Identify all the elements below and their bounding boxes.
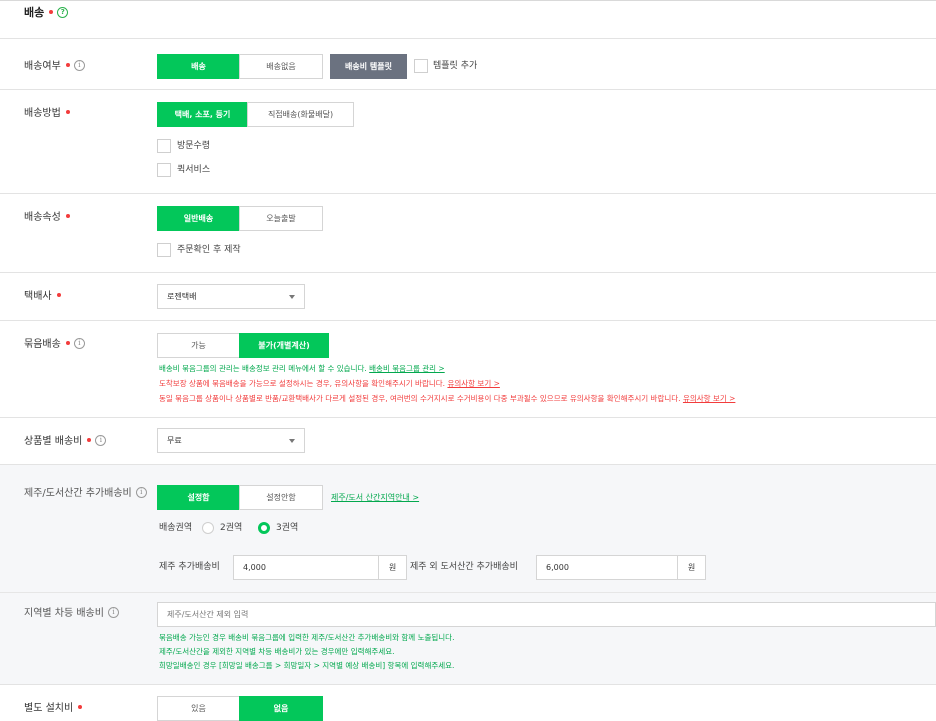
help-icon[interactable]: ? bbox=[57, 6, 69, 18]
caution-link-2[interactable]: 유의사항 보기 > bbox=[683, 394, 735, 403]
jeju-set-button[interactable]: 설정함 bbox=[157, 485, 240, 510]
other-fee-input[interactable]: 6,000 bbox=[536, 555, 678, 580]
product-fee-value: 무료 bbox=[167, 436, 182, 445]
bundle-label: 묶음배송 i bbox=[24, 337, 85, 352]
required-dot bbox=[49, 10, 54, 14]
template-add-label: 템플릿 추가 bbox=[433, 61, 478, 71]
install-yes-button[interactable]: 있음 bbox=[157, 696, 240, 721]
template-add-checkbox[interactable] bbox=[414, 59, 428, 73]
chevron-down-icon bbox=[289, 295, 295, 299]
bundle-notice-3: 동일 묶음그룹 상품이나 상품별로 반품/교환택배사가 다르게 설정된 경우, … bbox=[159, 394, 736, 403]
pickup-label: 방문수령 bbox=[177, 141, 211, 151]
courier-label: 택배사 bbox=[24, 290, 61, 304]
jeju-fee-input[interactable]: 4,000 bbox=[233, 555, 379, 580]
chevron-down-icon bbox=[289, 439, 295, 443]
info-icon[interactable]: i bbox=[73, 337, 85, 349]
method-label: 배송방법 bbox=[24, 107, 70, 121]
product-fee-select[interactable]: 무료 bbox=[157, 428, 305, 453]
bundle-possible-button[interactable]: 가능 bbox=[157, 333, 240, 358]
courier-select[interactable]: 로젠택배 bbox=[157, 284, 305, 309]
region-fee-input[interactable] bbox=[157, 602, 936, 627]
required-dot bbox=[65, 110, 70, 114]
attribute-label: 배송속성 bbox=[24, 211, 70, 225]
caution-link-1[interactable]: 유의사항 보기 > bbox=[447, 379, 499, 388]
zone-2-radio[interactable] bbox=[202, 522, 214, 534]
other-fee-label: 제주 외 도서산간 추가배송비 bbox=[410, 562, 518, 572]
info-icon[interactable]: i bbox=[135, 486, 147, 498]
delivery-no-button[interactable]: 배송없음 bbox=[239, 54, 323, 79]
delivery-yn-label: 배송여부 i bbox=[24, 59, 85, 74]
info-icon[interactable]: i bbox=[107, 606, 119, 618]
zone-3-label: 3권역 bbox=[276, 523, 299, 533]
region-notice-2: 제주/도서산간을 제외한 지역별 차등 배송비가 있는 경우에만 입력해주세요. bbox=[159, 647, 395, 656]
region-notice-1: 묶음배송 가능인 경우 배송비 묶음그룹에 입력한 제주/도서산간 추가배송비와… bbox=[159, 633, 455, 642]
attribute-today-button[interactable]: 오늘출발 bbox=[239, 206, 323, 231]
bundle-impossible-button[interactable]: 불가(개별계산) bbox=[239, 333, 329, 358]
info-icon[interactable]: i bbox=[73, 59, 85, 71]
pickup-checkbox[interactable] bbox=[157, 139, 171, 153]
shipping-template-button[interactable]: 배송비 템플릿 bbox=[330, 54, 407, 79]
bundle-notice-2: 도착보장 상품에 묶음배송을 가능으로 설정하시는 경우, 유의사항을 확인해주… bbox=[159, 379, 500, 388]
zone-label: 배송권역 bbox=[159, 523, 193, 533]
required-dot bbox=[56, 293, 61, 297]
method-parcel-button[interactable]: 택배, 소포, 등기 bbox=[157, 102, 248, 127]
other-fee-unit: 원 bbox=[678, 555, 706, 580]
jeju-unset-button[interactable]: 설정안함 bbox=[239, 485, 323, 510]
made-to-order-label: 주문확인 후 제작 bbox=[177, 245, 241, 255]
required-dot bbox=[87, 438, 92, 442]
jeju-fee-label: 제주 추가배송비 bbox=[159, 562, 220, 572]
zone-2-label: 2권역 bbox=[220, 523, 243, 533]
install-no-button[interactable]: 없음 bbox=[239, 696, 323, 721]
attribute-normal-button[interactable]: 일반배송 bbox=[157, 206, 240, 231]
required-dot bbox=[65, 214, 70, 218]
quick-service-checkbox[interactable] bbox=[157, 163, 171, 177]
section-title: 배송? bbox=[24, 6, 69, 20]
region-fee-label: 지역별 차등 배송비 i bbox=[24, 606, 119, 621]
zone-3-radio[interactable] bbox=[258, 522, 270, 534]
bundle-group-link[interactable]: 배송비 묶음그룹 관리 > bbox=[369, 364, 445, 373]
method-direct-button[interactable]: 직접배송(화물배달) bbox=[247, 102, 354, 127]
product-fee-label: 상품별 배송비 i bbox=[24, 434, 107, 449]
jeju-guide-link[interactable]: 제주/도서 산간지역안내 > bbox=[331, 492, 419, 504]
required-dot bbox=[65, 341, 70, 345]
jeju-label: 제주/도서산간 추가배송비 i bbox=[24, 486, 147, 501]
jeju-fee-unit: 원 bbox=[379, 555, 407, 580]
install-label: 별도 설치비 bbox=[24, 702, 83, 716]
required-dot bbox=[65, 63, 70, 67]
quick-service-label: 퀵서비스 bbox=[177, 165, 211, 175]
required-dot bbox=[78, 705, 83, 709]
region-notice-3: 희망일배송인 경우 [희망일 배송그룹 > 희망일자 > 지역별 예상 배송비]… bbox=[159, 661, 455, 670]
info-icon[interactable]: i bbox=[95, 434, 107, 446]
courier-value: 로젠택배 bbox=[167, 292, 197, 301]
bundle-notice-1: 배송비 묶음그룹의 관리는 배송정보 관리 메뉴에서 할 수 있습니다. 배송비… bbox=[159, 364, 445, 373]
delivery-yes-button[interactable]: 배송 bbox=[157, 54, 240, 79]
made-to-order-checkbox[interactable] bbox=[157, 243, 171, 257]
